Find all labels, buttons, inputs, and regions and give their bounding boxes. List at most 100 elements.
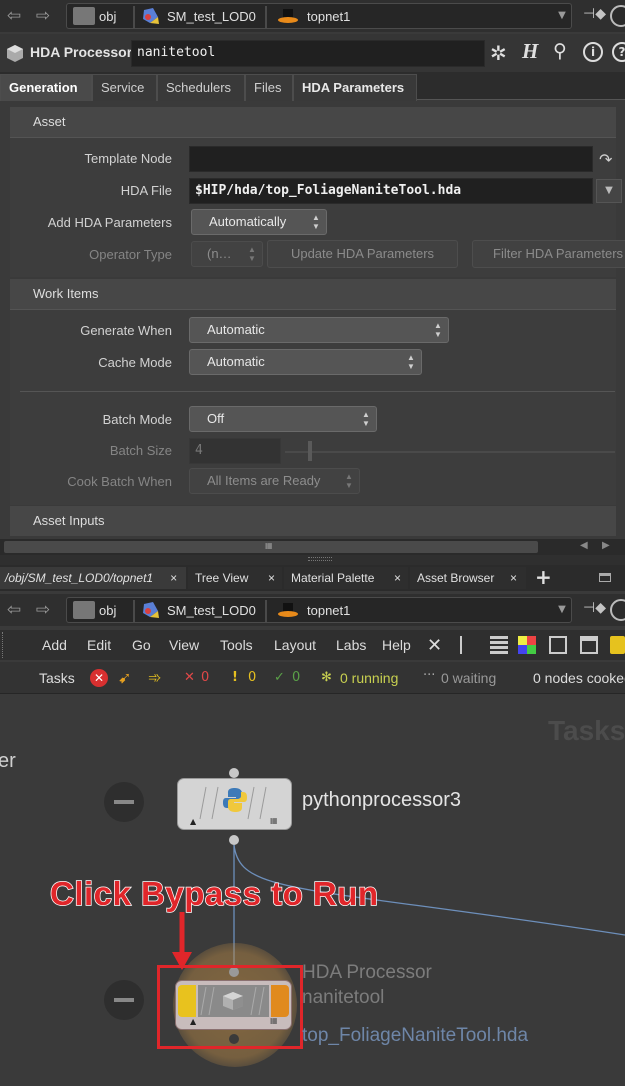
cook-batch-when-label: Cook Batch When [67, 474, 172, 489]
pane-tab-material-palette[interactable]: Material Palette × [284, 567, 408, 589]
add-hda-parameters-menu[interactable]: Automatically ▲ ▼ [191, 209, 327, 235]
work-items-folder-header[interactable]: Work Items [10, 279, 616, 309]
grid-view-icon[interactable] [549, 636, 567, 654]
node-status-indicator[interactable] [104, 782, 144, 822]
close-icon[interactable]: × [268, 567, 275, 589]
menu-view[interactable]: View [169, 630, 199, 660]
python-icon [222, 786, 248, 814]
filter-hda-parameters-button[interactable]: Filter HDA Parameters [472, 240, 625, 268]
network-view[interactable]: Tasks er ▲ ▦ pythonprocessor3 Click Bypa… [0, 695, 625, 1086]
scroll-right-icon[interactable]: ▶ [602, 540, 610, 551]
template-node-field[interactable] [189, 146, 593, 172]
forward-arrow-icon[interactable]: ⇨ [33, 600, 53, 620]
batch-size-slider-handle[interactable] [308, 441, 312, 461]
operator-type-menu[interactable]: (n… ▲ ▼ [191, 241, 263, 267]
help-icon[interactable]: ? [612, 42, 625, 62]
pin-icon[interactable]: ⊣◆ [583, 6, 606, 22]
node-status-indicator[interactable] [104, 980, 144, 1020]
help-h-icon[interactable]: H [522, 39, 538, 64]
gear-icon[interactable]: ✲ [490, 41, 507, 65]
minus-icon [114, 800, 134, 804]
tab-hda-parameters[interactable]: HDA Parameters [293, 74, 417, 101]
close-icon[interactable]: × [510, 567, 517, 589]
menu-add[interactable]: Add [42, 630, 67, 660]
pane-tab-tree-view[interactable]: Tree View × [188, 567, 282, 589]
sticky-note-icon[interactable] [610, 636, 625, 654]
batch-mode-menu[interactable]: Off ▲ ▼ [189, 406, 377, 432]
hda-file-field[interactable]: $HIP/hda/top_FoliageNaniteTool.hda [189, 178, 593, 204]
menu-layout[interactable]: Layout [274, 630, 316, 660]
cook-batch-when-menu[interactable]: All Items are Ready ▲ ▼ [189, 468, 360, 494]
wrench-icon[interactable]: ✕ [427, 635, 442, 656]
cook-output-icon[interactable]: ➹ [118, 668, 131, 687]
add-hda-parameters-value: Automatically [209, 214, 287, 229]
info-icon[interactable]: i [583, 42, 603, 62]
crumb-separator [265, 600, 267, 622]
batch-size-slider-track[interactable] [285, 451, 615, 453]
python-processor-node[interactable]: ▲ ▦ [177, 778, 292, 830]
asset-folder-header[interactable]: Asset [10, 107, 616, 137]
menu-labs[interactable]: Labs [336, 630, 366, 660]
batch-size-field[interactable]: 4 [189, 438, 281, 464]
tab-schedulers[interactable]: Schedulers [157, 74, 245, 101]
generate-when-label: Generate When [80, 323, 172, 338]
menu-go[interactable]: Go [132, 630, 151, 660]
window-icon[interactable] [580, 636, 598, 654]
tab-service[interactable]: Service [92, 74, 157, 101]
link-icon[interactable] [610, 5, 625, 27]
asset-inputs-folder-header[interactable]: Asset Inputs [10, 506, 616, 536]
node-input-port[interactable] [229, 768, 239, 778]
generate-when-menu[interactable]: Automatic ▲ ▼ [189, 317, 449, 343]
node-output-port[interactable] [229, 835, 239, 845]
close-icon[interactable]: × [394, 567, 401, 589]
tab-generation[interactable]: Generation [0, 74, 92, 101]
node-name-field[interactable]: nanitetool [131, 40, 485, 67]
crumb-object[interactable]: SM_test_LOD0 [167, 8, 256, 26]
file-chooser-chevron-icon[interactable]: ▼ [596, 179, 622, 203]
jump-to-node-icon[interactable]: ↷ [599, 150, 612, 169]
list-view-icon[interactable] [490, 636, 508, 654]
close-icon[interactable]: × [170, 567, 177, 589]
generate-icon[interactable]: ➾ [148, 668, 161, 687]
chevron-down-icon[interactable]: ▼ [553, 599, 571, 621]
pane-tab-network[interactable]: /obj/SM_test_LOD0/topnet1 × [0, 567, 186, 589]
pane-tab-asset-browser[interactable]: Asset Browser × [410, 567, 526, 589]
search-icon[interactable]: ⚲ [553, 40, 567, 62]
scroll-left-icon[interactable]: ◀ [580, 540, 588, 551]
forward-arrow-icon[interactable]: ⇨ [33, 6, 53, 26]
update-hda-parameters-button[interactable]: Update HDA Parameters [267, 240, 458, 268]
tab-files[interactable]: Files [245, 74, 293, 101]
cancel-cook-icon[interactable]: ✕ [90, 669, 108, 687]
link-icon[interactable] [610, 599, 625, 621]
add-tab-icon[interactable]: + [535, 565, 552, 589]
crumb-object[interactable]: SM_test_LOD0 [167, 602, 256, 620]
menu-edit[interactable]: Edit [87, 630, 111, 660]
success-count: 0 [292, 670, 301, 685]
back-arrow-icon[interactable]: ⇦ [4, 6, 24, 26]
obj-icon [73, 601, 95, 619]
node2-file-label: top_FoliageNaniteTool.hda [302, 1025, 529, 1046]
tree-icon[interactable] [460, 636, 474, 654]
crumb-obj[interactable]: obj [99, 602, 116, 620]
chevron-down-icon[interactable]: ▼ [553, 5, 571, 27]
tasks-label: Tasks [39, 670, 75, 686]
back-arrow-icon[interactable]: ⇦ [4, 600, 24, 620]
annotation-text: Click Bypass to Run [49, 874, 379, 913]
pin-icon[interactable]: ⊣◆ [583, 600, 606, 616]
grip-icon: ▦ [265, 541, 273, 550]
crumb-separator [265, 6, 267, 28]
menu-help[interactable]: Help [382, 630, 411, 660]
crumb-topnet[interactable]: topnet1 [307, 8, 350, 26]
color-palette-icon[interactable] [518, 636, 536, 654]
maximize-pane-icon[interactable] [599, 573, 611, 582]
cache-mode-menu[interactable]: Automatic ▲ ▼ [189, 349, 422, 375]
horizontal-scrollbar[interactable]: ▦ ◀ ▶ [0, 539, 625, 555]
cook-batch-when-value: All Items are Ready [207, 473, 321, 488]
geometry-icon [141, 7, 161, 25]
pane-splitter[interactable] [0, 555, 625, 565]
crumb-obj[interactable]: obj [99, 8, 116, 26]
crumb-topnet[interactable]: topnet1 [307, 602, 350, 620]
menu-tools[interactable]: Tools [220, 630, 253, 660]
warning-count: 0 [248, 670, 257, 685]
template-node-label: Template Node [84, 151, 172, 166]
